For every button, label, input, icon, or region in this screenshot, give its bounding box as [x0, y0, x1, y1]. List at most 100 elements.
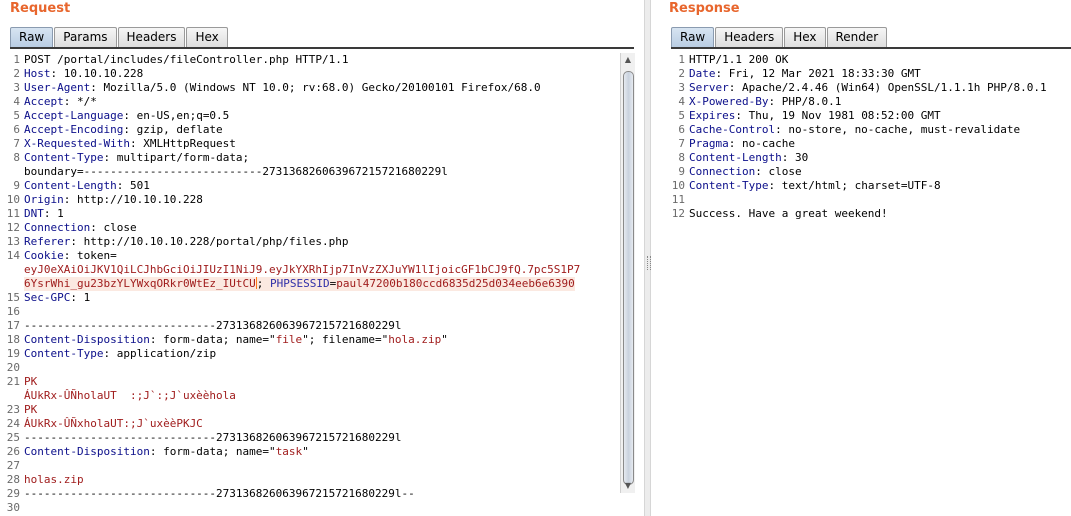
code-line: 11 DNT: 1 [0, 207, 620, 221]
tab-params[interactable]: Params [54, 27, 117, 47]
line-number: 3 [678, 81, 685, 94]
line-text: "; filename=" [302, 333, 389, 346]
line-content: Sec-GPC: 1 [24, 291, 90, 305]
line-content: -----------------------------27313682606… [24, 319, 402, 333]
response-tabs: Raw Headers Hex Render [671, 27, 888, 47]
header-name: Content-Type [689, 179, 769, 192]
tab-hex[interactable]: Hex [784, 27, 826, 47]
header-name: Referer [24, 235, 71, 248]
line-text: : form-data; name=" [149, 333, 276, 346]
scrollbar-thumb[interactable] [623, 71, 634, 485]
line-content: PK [24, 375, 37, 389]
line-number: 6 [13, 123, 20, 136]
line-number: 9 [13, 179, 20, 192]
tab-raw[interactable]: Raw [671, 27, 715, 47]
line-content: Accept-Language: en-US,en;q=0.5 [24, 109, 229, 123]
code-line: 20 [0, 361, 620, 375]
code-line: 13 Referer: http://10.10.10.228/portal/ph… [0, 235, 620, 249]
line-number: 10 [6, 193, 20, 206]
tab-render[interactable]: Render [826, 27, 888, 47]
tab-raw[interactable]: Raw [10, 27, 54, 47]
scroll-up-arrow-icon[interactable]: ▲ [621, 55, 635, 67]
tab-headers[interactable]: Headers [117, 27, 186, 47]
line-text: : gzip, deflate [123, 123, 223, 136]
line-text: PK [24, 375, 38, 388]
line-number: 2 [13, 67, 20, 80]
code-line: 8 Content-Type: multipart/form-data; [0, 151, 620, 165]
line-text: : 1 [70, 291, 91, 304]
response-pane: Response Raw Headers Hex Render 1 HTTP/1.… [651, 0, 1071, 516]
code-line: 3 Server: Apache/2.4.46 (Win64) OpenSSL/1… [665, 81, 1071, 95]
line-text: : form-data; name=" [149, 445, 276, 458]
line-text: : 1 [43, 207, 64, 220]
line-number: 3 [13, 81, 20, 94]
response-editor[interactable]: 1 HTTP/1.1 200 OK 2 Date: Fri, 12 Mar 2021 … [665, 53, 1071, 516]
tab-headers[interactable]: Headers [715, 27, 784, 47]
code-line: 12 Success. Have a great weekend! [665, 207, 1071, 221]
line-number [0, 277, 24, 291]
line-number: 14 [6, 249, 20, 262]
code-line: 18 Content-Disposition: form-data; name="… [0, 333, 620, 347]
line-number: 26 [6, 445, 20, 458]
header-name: Content-Disposition [24, 333, 150, 346]
line-number: 9 [678, 165, 685, 178]
scroll-down-arrow-icon[interactable]: ▼ [621, 481, 635, 493]
line-content: Content-Disposition: form-data; name="ta… [24, 445, 309, 459]
code-line: 25 -----------------------------273136826… [0, 431, 620, 445]
line-number: 21 [6, 375, 20, 388]
line-content: Origin: http://10.10.10.228 [24, 193, 203, 207]
line-text: eyJ0eXAiOiJKV1QiLCJhbGciOiJIUzI1NiJ9.eyJ… [24, 263, 581, 276]
line-content: ÁUkRx-ÛÑholaUT :;J`:;J`uxèèhola [24, 389, 236, 403]
code-line: 29 -----------------------------273136826… [0, 487, 620, 501]
line-number: 11 [671, 193, 685, 206]
line-content: Date: Fri, 12 Mar 2021 18:33:30 GMT [689, 67, 921, 81]
request-editor[interactable]: 1 POST /portal/includes/fileController.ph… [0, 53, 620, 516]
header-name: Sec-GPC [24, 291, 71, 304]
tab-hex[interactable]: Hex [186, 27, 228, 47]
line-content: -----------------------------27313682606… [24, 431, 402, 445]
line-number: 29 [6, 487, 20, 500]
request-title: Request [10, 1, 71, 16]
code-line: 5 Expires: Thu, 19 Nov 1981 08:52:00 GMT [665, 109, 1071, 123]
header-name: User-Agent [24, 81, 91, 94]
line-content: Cache-Control: no-store, no-cache, must-… [689, 123, 1020, 137]
line-number: 23 [6, 403, 20, 416]
line-content: Accept: */* [24, 95, 97, 109]
request-tabs: Raw Params Headers Hex [10, 27, 229, 47]
line-content: Accept-Encoding: gzip, deflate [24, 123, 223, 137]
line-content: PK [24, 403, 37, 417]
line-text: -----------------------------27313682606… [24, 487, 415, 500]
line-content: Content-Type: application/zip [24, 347, 216, 361]
line-text: : Apache/2.4.46 (Win64) OpenSSL/1.1.1h P… [728, 81, 1047, 94]
line-number: 11 [6, 207, 20, 220]
line-text: : 30 [781, 151, 809, 164]
header-name: Accept-Encoding [24, 123, 124, 136]
header-name: Origin [24, 193, 64, 206]
header-name: Expires [689, 109, 736, 122]
line-text: : Thu, 19 Nov 1981 08:52:00 GMT [735, 109, 941, 122]
line-text: -----------------------------27313682606… [24, 319, 402, 332]
line-text: : close [90, 221, 137, 234]
header-name: Content-Length [24, 179, 117, 192]
line-content: Success. Have a great weekend! [689, 207, 888, 221]
header-name: Cookie [24, 249, 64, 262]
request-scrollbar[interactable]: ▲ ▼ [620, 53, 635, 493]
line-number: 2 [678, 67, 685, 80]
line-content: User-Agent: Mozilla/5.0 (Windows NT 10.0… [24, 81, 541, 95]
line-number: 25 [6, 431, 20, 444]
code-line: 24 ÁUkRx-ÛÑxholaUT:;J`uxèèPKJC [0, 417, 620, 431]
pane-splitter[interactable] [644, 0, 651, 516]
code-line: 19 Content-Type: application/zip [0, 347, 620, 361]
line-content: Content-Type: multipart/form-data; [24, 151, 249, 165]
code-line: 9 Connection: close [665, 165, 1071, 179]
line-text: " [302, 445, 309, 458]
line-text: : XMLHttpRequest [129, 137, 236, 150]
code-line: 8 Content-Length: 30 [665, 151, 1071, 165]
code-line: 2 Host: 10.10.10.228 [0, 67, 620, 81]
line-text: 6YsrWhi_gu23bzYLYWxqORkr0WtEz_IUtCU [24, 277, 256, 290]
line-number: 10 [671, 179, 685, 192]
line-text: : Mozilla/5.0 (Windows NT 10.0; rv:68.0)… [90, 81, 541, 94]
line-content: HTTP/1.1 200 OK [689, 53, 788, 67]
line-content: 6YsrWhi_gu23bzYLYWxqORkr0WtEz_IUtCU; PHP… [24, 277, 575, 291]
code-line: 2 Date: Fri, 12 Mar 2021 18:33:30 GMT [665, 67, 1071, 81]
